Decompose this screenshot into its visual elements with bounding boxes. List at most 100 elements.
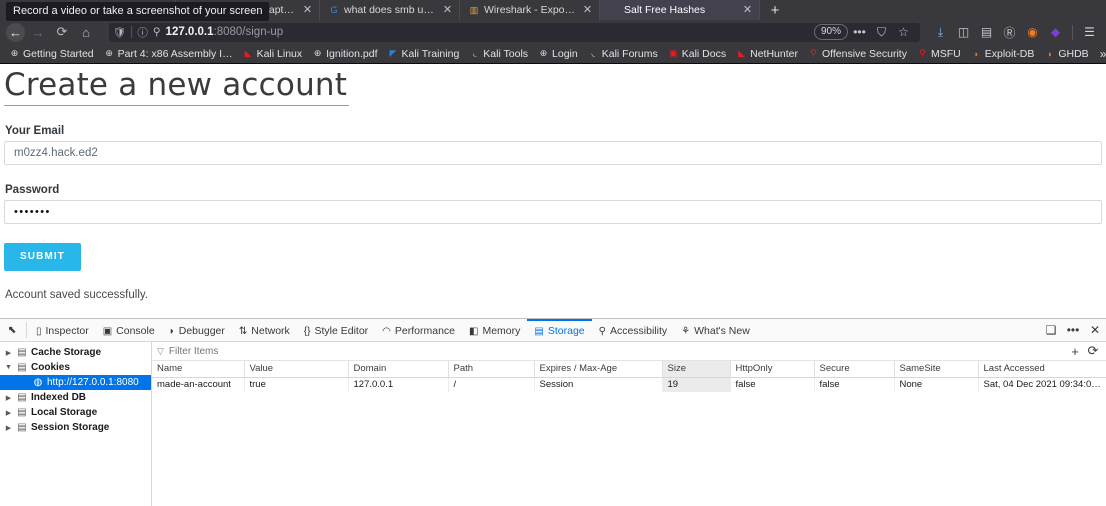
chevron-right-icon[interactable]: ▶ <box>4 394 13 402</box>
submit-button[interactable]: SUBMIT <box>4 243 81 271</box>
bookmark-item[interactable]: ⚲ MSFU <box>912 45 966 62</box>
bookmarks-overflow-chevron-icon[interactable]: » <box>1094 47 1106 61</box>
devtools-tab-inspector[interactable]: ▯ Inspector <box>29 319 96 341</box>
storage-tree-item[interactable]: ▶ ▤ Local Storage <box>0 405 151 420</box>
downloads-icon[interactable]: ⤓ <box>930 22 951 42</box>
urlbar-more-icon[interactable]: ••• <box>849 22 870 42</box>
password-field[interactable]: ••••••• <box>4 200 1102 224</box>
devtools-close-icon[interactable]: ✕ <box>1084 323 1106 337</box>
column-header-size[interactable]: Size <box>662 361 731 378</box>
chevron-right-icon[interactable]: ▶ <box>4 409 13 417</box>
column-header-samesite[interactable]: SameSite <box>894 361 979 378</box>
storage-tree-item[interactable]: ▶ ▤ Indexed DB <box>0 390 151 405</box>
storage-tree-item[interactable]: ◍ http://127.0.0.1:8080 <box>0 375 151 390</box>
devtools-tab-label: Performance <box>394 325 456 337</box>
email-field[interactable]: m0zz4.hack.ed2 <box>4 141 1102 165</box>
chevron-right-icon[interactable]: ▶ <box>4 424 13 432</box>
devtools-tab-performance[interactable]: ◠ Performance <box>375 319 462 341</box>
storage-tree-item-label: http://127.0.0.1:8080 <box>47 377 139 388</box>
bookmark-item[interactable]: ▣ Kali Docs <box>663 45 731 62</box>
bookmark-item[interactable]: ◤ Kali Training <box>383 45 465 62</box>
bookmark-item[interactable]: ◗ GHDB <box>1039 45 1093 62</box>
column-header-httponly[interactable]: HttpOnly <box>730 361 815 378</box>
account-icon[interactable]: Ⓡ <box>999 22 1020 42</box>
devtools-meatball-menu-icon[interactable]: ••• <box>1062 323 1084 337</box>
chevron-down-icon[interactable]: ▼ <box>4 364 13 371</box>
browser-tab[interactable]: Salt Free Hashes ✕ <box>600 0 760 20</box>
column-header-expires-max-age[interactable]: Expires / Max-Age <box>534 361 663 378</box>
responsive-design-mode-icon[interactable]: ❏ <box>1040 323 1062 337</box>
devtools-tab-label: Memory <box>482 325 521 337</box>
storage-tree-item[interactable]: ▼ ▤ Cookies <box>0 360 151 375</box>
saved-login-key-icon[interactable]: ⚲ <box>153 26 161 38</box>
column-header-value[interactable]: Value <box>244 361 349 378</box>
column-header-domain[interactable]: Domain <box>348 361 449 378</box>
column-header-secure[interactable]: Secure <box>814 361 895 378</box>
filter-input[interactable] <box>168 342 1066 360</box>
tab-close-icon[interactable]: ✕ <box>442 4 453 16</box>
chevron-right-icon[interactable]: ▶ <box>4 349 13 357</box>
refresh-items-icon[interactable]: ⟳ <box>1084 343 1102 359</box>
table-cell: false <box>730 377 815 392</box>
tab-strip: ●Record a video or take a screenshot of … <box>0 0 1106 21</box>
extension-purple-icon[interactable]: ◆ <box>1045 22 1066 42</box>
storage-tree-item[interactable]: ▶ ▤ Cache Storage <box>0 345 151 360</box>
storage-tree-item[interactable]: ▶ ▤ Session Storage <box>0 420 151 435</box>
bookmark-favicon-icon: ⚲ <box>919 48 926 58</box>
new-tab-button[interactable]: + <box>760 0 790 20</box>
bookmark-item[interactable]: ◣ NetHunter <box>731 45 803 62</box>
browser-tab[interactable]: ▥ Wireshark - Export SMB2… ✕ <box>460 0 600 20</box>
bookmark-item[interactable]: ⚲ Offensive Security <box>803 45 912 62</box>
browser-tab[interactable]: Gwhat does smb use to all… ✕ <box>320 0 460 20</box>
site-information-icon[interactable]: ⓘ <box>137 25 148 40</box>
devtools-tab-what-s-new[interactable]: ⚘ What's New <box>674 319 757 341</box>
bookmark-item[interactable]: ⊕ Ignition.pdf <box>307 45 382 62</box>
devtools-tab-accessibility[interactable]: ⚲ Accessibility <box>592 319 675 341</box>
tracking-protection-shield-icon[interactable]: 🛡 <box>113 26 126 39</box>
bookmark-item[interactable]: ◟ Kali Forums <box>583 45 663 62</box>
bookmark-favicon-icon: ◣ <box>738 48 746 58</box>
devtools-tab-storage[interactable]: ▤ Storage <box>527 319 592 341</box>
bookmark-item[interactable]: ⊕ Login <box>533 45 583 62</box>
bookmark-item[interactable]: ⊕ Part 4: x86 Assembly I… <box>99 45 238 62</box>
devtools-tab-debugger[interactable]: ◗ Debugger <box>162 319 232 341</box>
pocket-icon[interactable]: ⛉ <box>871 22 892 42</box>
column-header-path[interactable]: Path <box>448 361 535 378</box>
tab-close-icon[interactable]: ✕ <box>582 4 593 16</box>
extension-foxyproxy-icon[interactable]: ◉ <box>1022 22 1043 42</box>
bookmark-item[interactable]: ◟ Kali Tools <box>464 45 533 62</box>
bookmark-favicon-icon: ⊕ <box>539 48 548 58</box>
tab-close-icon[interactable]: ✕ <box>302 4 313 16</box>
devtools-tab-memory[interactable]: ◧ Memory <box>462 319 527 341</box>
element-picker-icon[interactable]: ⬉ <box>0 319 24 341</box>
storage-tree-item-label: Cookies <box>31 362 70 373</box>
devtools-tab-style-editor[interactable]: {} Style Editor <box>297 319 375 341</box>
add-item-icon[interactable]: + <box>1066 344 1084 359</box>
table-cell: Session <box>534 377 663 392</box>
bookmark-item[interactable]: ⊕ Getting Started <box>4 45 99 62</box>
table-row[interactable]: made-an-account true 127.0.0.1/Session 19 fa… <box>152 377 1106 392</box>
bookmark-star-icon[interactable]: ☆ <box>893 22 914 42</box>
home-button[interactable]: ⌂ <box>75 22 97 42</box>
column-header-name[interactable]: Name <box>152 361 245 378</box>
sidebar-icon[interactable]: ▤ <box>976 22 997 42</box>
tab-close-icon[interactable]: ✕ <box>742 4 753 16</box>
devtools-tab-icon: ▯ <box>36 325 42 337</box>
devtools-tab-console[interactable]: ▣ Console <box>96 319 162 341</box>
column-header-last-accessed[interactable]: Last Accessed <box>978 361 1106 378</box>
devtools-tab-network[interactable]: ⇅ Network <box>232 319 297 341</box>
bookmark-favicon-icon: ⚲ <box>810 48 817 58</box>
reload-button[interactable]: ⟳ <box>51 22 73 42</box>
url-bar[interactable]: 🛡 ⓘ ⚲ 127.0.0.1:8080/sign-up 90% ••• ⛉ ☆ <box>109 22 920 42</box>
bookmark-item[interactable]: ◣ Kali Linux <box>238 45 308 62</box>
zoom-level-badge[interactable]: 90% <box>813 24 848 40</box>
forward-button[interactable]: → <box>27 22 49 42</box>
library-icon[interactable]: ◫ <box>953 22 974 42</box>
back-button[interactable]: ← <box>6 22 25 42</box>
app-menu-icon[interactable]: ☰ <box>1079 22 1100 42</box>
bookmark-item[interactable]: ◗ Exploit-DB <box>966 45 1040 62</box>
storage-tree-item-label: Indexed DB <box>31 392 87 403</box>
globe-icon: ◍ <box>33 377 43 388</box>
password-label: Password <box>5 184 60 196</box>
devtools-tab-icon: ⇅ <box>238 325 248 337</box>
